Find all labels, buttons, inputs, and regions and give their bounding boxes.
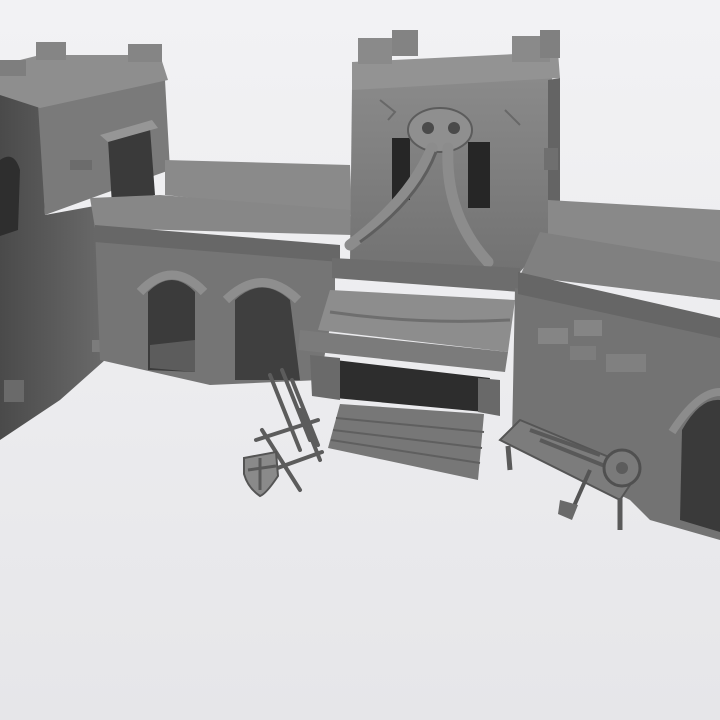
stone-block	[570, 346, 596, 360]
left-tower-merlon	[36, 42, 66, 60]
stone-block	[4, 380, 24, 402]
stone-block	[544, 148, 558, 170]
stone-block	[606, 354, 646, 372]
wheel-hub	[616, 462, 628, 474]
central-tower-merlon	[540, 30, 560, 58]
skull-ornament	[407, 107, 473, 153]
workbench-leg	[505, 445, 513, 471]
central-tower-merlon	[392, 30, 418, 56]
stone-block	[70, 160, 92, 170]
central-gate-tower	[344, 30, 560, 272]
stone-block	[574, 320, 602, 336]
arch-interior-floor	[150, 340, 195, 372]
left-tower-merlon	[128, 44, 162, 62]
fortress-model	[0, 0, 720, 720]
stone-block	[538, 328, 568, 344]
render-viewport	[0, 0, 720, 720]
left-tower-merlon	[0, 60, 26, 76]
arrow-slit-right	[468, 142, 490, 208]
left-tower-window	[0, 156, 20, 236]
gate-pillar-left	[310, 355, 340, 400]
central-tower-merlon	[358, 38, 392, 64]
skull-eye-socket	[422, 122, 434, 134]
skull-eye-socket	[448, 122, 460, 134]
gate-pillar-right	[478, 378, 500, 416]
